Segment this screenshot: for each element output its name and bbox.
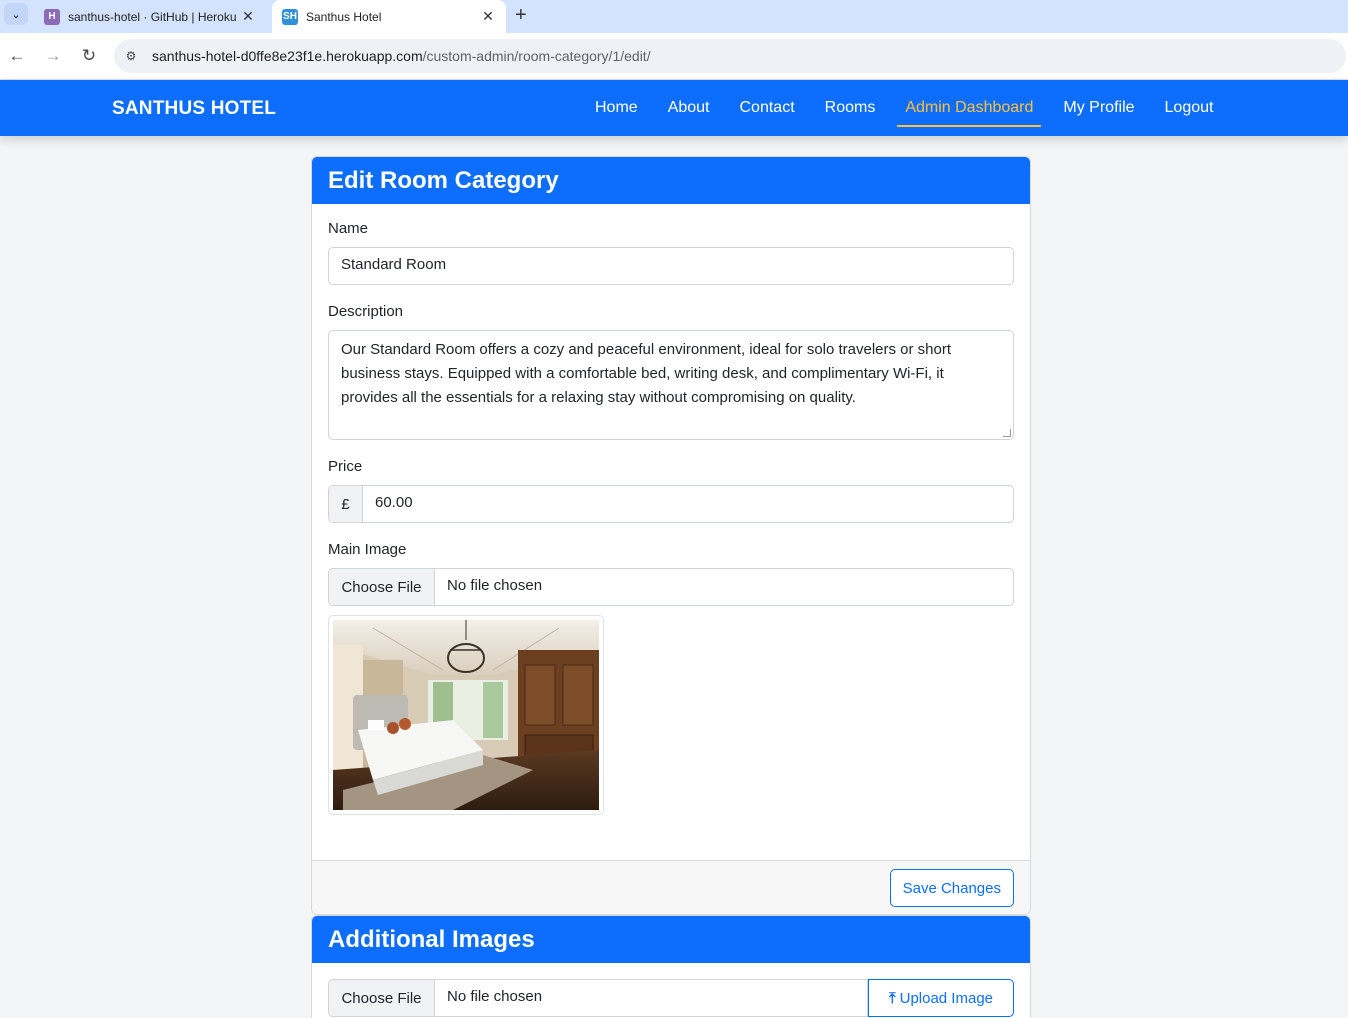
upload-image-button[interactable]: ⤒ Upload Image <box>868 979 1014 1017</box>
site-favicon-icon: SH <box>282 8 298 25</box>
heroku-favicon-icon: H <box>44 8 60 25</box>
browser-toolbar: ← → ↻ ⚙ santhus-hotel-d0ffe8e23f1e.herok… <box>0 33 1348 80</box>
nav-links: Home About Contact Rooms Admin Dashboard… <box>580 80 1228 136</box>
price-label: Price <box>328 458 363 475</box>
tab-santhus-hotel[interactable]: SH Santhus Hotel ✕ <box>272 0 506 33</box>
address-bar[interactable]: ⚙ santhus-hotel-d0ffe8e23f1e.herokuapp.c… <box>114 39 1346 73</box>
upload-row: Choose File No file chosen ⤒ Upload Imag… <box>328 979 1014 1017</box>
currency-symbol: £ <box>329 486 363 522</box>
url-host: santhus-hotel-d0ffe8e23f1e.herokuapp.com <box>152 48 423 64</box>
tab-title: santhus-hotel · GitHub | Heroku <box>68 9 237 24</box>
close-tab-icon[interactable]: ✕ <box>240 8 256 25</box>
file-name-text: No file chosen <box>447 577 543 594</box>
upload-label: Upload Image <box>899 989 994 1007</box>
description-textarea[interactable]: Our Standard Room offers a cozy and peac… <box>328 330 1014 440</box>
name-input[interactable]: Standard Room <box>328 247 1014 285</box>
new-tab-plus-icon[interactable]: + <box>515 4 527 27</box>
tab-heroku[interactable]: H santhus-hotel · GitHub | Heroku ✕ <box>34 0 266 33</box>
nav-my-profile[interactable]: My Profile <box>1055 80 1142 136</box>
price-input-group: £ 60.00 <box>328 485 1014 523</box>
file-name-text: No file chosen <box>447 988 543 1005</box>
additional-image-file-input[interactable]: Choose File No file chosen <box>328 979 868 1017</box>
back-arrow-icon[interactable]: ← <box>6 45 28 67</box>
price-input[interactable]: 60.00 <box>363 486 1013 522</box>
additional-images-card: Additional Images Choose File No file ch… <box>311 915 1031 1018</box>
main-image-preview <box>328 615 604 815</box>
card-footer: Save Changes <box>312 860 1030 914</box>
url-text: santhus-hotel-d0ffe8e23f1e.herokuapp.com… <box>152 48 651 64</box>
card-title: Additional Images <box>312 916 1030 963</box>
forward-arrow-icon[interactable]: → <box>42 45 64 67</box>
resize-handle-icon[interactable] <box>1003 429 1011 437</box>
nav-contact[interactable]: Contact <box>732 80 803 136</box>
nav-home[interactable]: Home <box>587 80 646 136</box>
description-text: Our Standard Room offers a cozy and peac… <box>341 341 952 406</box>
site-settings-icon[interactable]: ⚙ <box>122 47 140 65</box>
upload-icon: ⤒ <box>888 989 896 1007</box>
choose-file-button[interactable]: Choose File <box>329 569 435 605</box>
upload-form: Choose File No file chosen ⤒ Upload Imag… <box>312 963 1030 1018</box>
main-image-file-input[interactable]: Choose File No file chosen <box>328 568 1014 606</box>
edit-form: Name Standard Room Description Our Stand… <box>312 204 1030 831</box>
name-label: Name <box>328 220 369 237</box>
description-label: Description <box>328 303 404 320</box>
choose-file-button[interactable]: Choose File <box>329 980 435 1016</box>
tab-title: Santhus Hotel <box>306 9 382 24</box>
save-changes-button[interactable]: Save Changes <box>889 869 1014 907</box>
tab-search-chevron-icon[interactable]: ⌄ <box>4 3 28 25</box>
brand-logo[interactable]: SANTHUS HOTEL <box>112 98 276 120</box>
nav-rooms[interactable]: Rooms <box>817 80 884 136</box>
reload-icon[interactable]: ↻ <box>78 45 100 67</box>
nav-admin-dashboard[interactable]: Admin Dashboard <box>897 80 1042 136</box>
edit-room-category-card: Edit Room Category Name Standard Room De… <box>311 156 1031 915</box>
card-title: Edit Room Category <box>312 157 1030 204</box>
url-path: /custom-admin/room-category/1/edit/ <box>422 48 651 64</box>
site-navbar: SANTHUS HOTEL Home About Contact Rooms A… <box>0 80 1348 136</box>
bedroom-photo <box>333 620 599 810</box>
main-image-label: Main Image <box>328 541 407 558</box>
close-tab-icon[interactable]: ✕ <box>480 8 496 25</box>
nav-logout[interactable]: Logout <box>1157 80 1222 136</box>
nav-about[interactable]: About <box>660 80 718 136</box>
browser-tabstrip: ⌄ H santhus-hotel · GitHub | Heroku ✕ SH… <box>0 0 1348 33</box>
